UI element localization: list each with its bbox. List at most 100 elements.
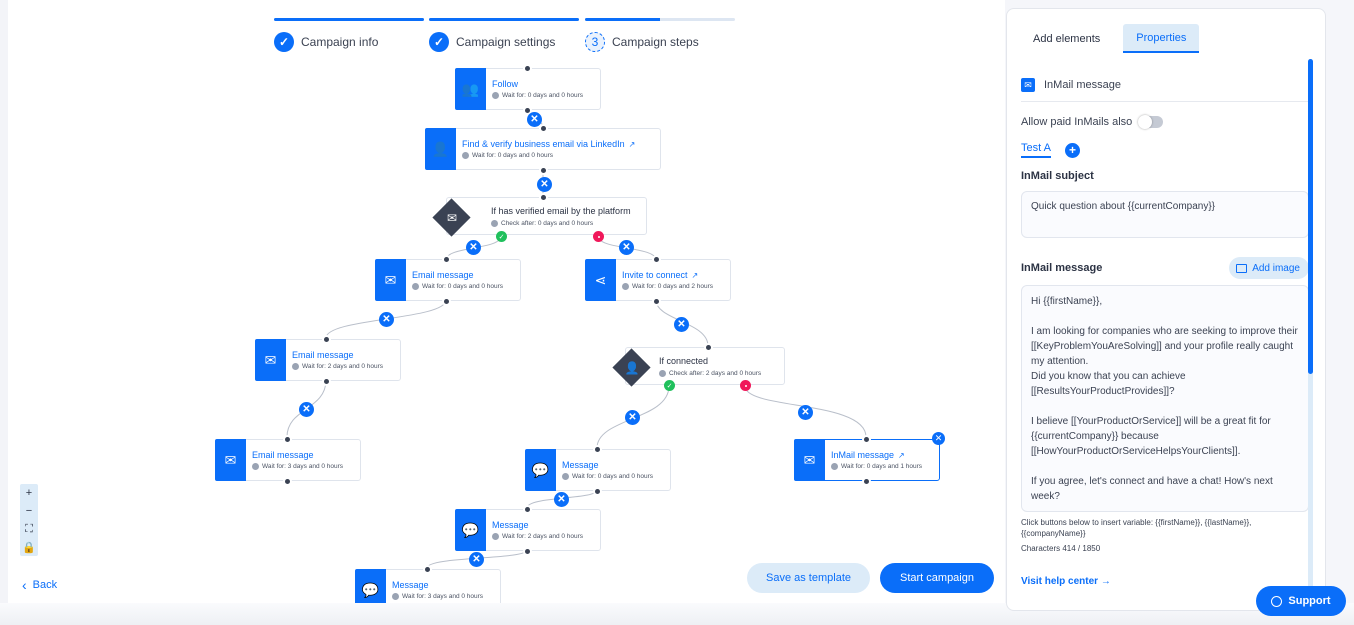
node-port[interactable] <box>523 64 532 73</box>
chat-bubble-icon: 💬 <box>525 449 556 491</box>
tab-add-elements[interactable]: Add elements <box>1020 24 1113 53</box>
tab-properties[interactable]: Properties <box>1123 24 1200 53</box>
info-icon <box>622 283 629 290</box>
node-port[interactable] <box>539 124 548 133</box>
node-port[interactable] <box>652 297 661 306</box>
zoom-out-button[interactable]: − <box>20 502 38 520</box>
flow-node-email-1[interactable]: ✉ Email message Wait for: 0 days and 0 h… <box>375 259 521 301</box>
no-branch-icon[interactable] <box>740 380 751 391</box>
node-port[interactable] <box>652 255 661 264</box>
node-port[interactable] <box>704 343 713 352</box>
node-port[interactable] <box>593 487 602 496</box>
subject-label: InMail subject <box>1021 170 1094 182</box>
node-port[interactable] <box>283 477 292 486</box>
delete-edge-button[interactable]: ✕ <box>379 312 394 327</box>
node-wait: Wait for: 3 days and 0 hours <box>402 593 484 600</box>
condition-check: Check after: 2 days and 0 hours <box>669 370 762 377</box>
info-icon <box>462 152 469 159</box>
delete-edge-button[interactable]: ✕ <box>466 240 481 255</box>
variant-tab-test-a[interactable]: Test A <box>1021 142 1051 158</box>
fit-view-button[interactable]: ⛶ <box>20 520 38 538</box>
variable-hint: Click buttons below to insert variable: … <box>1021 518 1252 538</box>
node-wait: Wait for: 3 days and 0 hours <box>262 463 344 470</box>
lock-button[interactable]: 🔒 <box>20 538 38 556</box>
flow-canvas[interactable]: ✓ Campaign info ✓ Campaign settings 3 Ca… <box>0 0 1005 611</box>
delete-edge-button[interactable]: ✕ <box>527 112 542 127</box>
flow-node-inmail[interactable]: ✉ InMail message ↗ Wait for: 0 days and 1… <box>794 439 940 481</box>
back-button[interactable]: ‹ Back <box>22 577 57 593</box>
external-link-icon[interactable]: ↗ <box>629 140 636 149</box>
flow-node-find-email[interactable]: 👤 Find & verify business email via Linke… <box>425 128 661 170</box>
node-port[interactable] <box>442 255 451 264</box>
node-port[interactable] <box>322 377 331 386</box>
flow-node-message-2[interactable]: 💬 Message Wait for: 2 days and 0 hours <box>455 509 601 551</box>
support-button[interactable]: Support <box>1256 586 1346 616</box>
node-port[interactable] <box>539 166 548 175</box>
delete-edge-button[interactable]: ✕ <box>537 177 552 192</box>
start-campaign-button[interactable]: Start campaign <box>880 563 994 593</box>
info-icon <box>562 473 569 480</box>
add-variant-button[interactable]: + <box>1064 142 1080 158</box>
node-port[interactable] <box>523 505 532 514</box>
node-title: Message <box>492 520 529 530</box>
node-port[interactable] <box>523 547 532 556</box>
info-icon <box>392 593 399 600</box>
add-image-button[interactable]: Add image <box>1229 257 1309 279</box>
chevron-left-icon: ‹ <box>22 577 27 593</box>
envelope-icon: ✉ <box>375 259 406 301</box>
delete-edge-button[interactable]: ✕ <box>554 492 569 507</box>
allow-paid-label: Allow paid InMails also <box>1021 116 1133 128</box>
node-title: Invite to connect <box>622 270 688 280</box>
follow-icon: 👥 <box>455 68 486 110</box>
campaign-builder: ✓ Campaign info ✓ Campaign settings 3 Ca… <box>0 0 1354 625</box>
node-port[interactable] <box>862 477 871 486</box>
node-title: Message <box>562 460 599 470</box>
flow-node-follow[interactable]: 👥 Follow Wait for: 0 days and 0 hours <box>455 68 601 110</box>
yes-branch-icon[interactable]: ✓ <box>664 380 675 391</box>
delete-edge-button[interactable]: ✕ <box>469 552 484 567</box>
no-branch-icon[interactable] <box>593 231 604 242</box>
panel-scrollbar[interactable] <box>1308 59 1313 604</box>
delete-edge-button[interactable]: ✕ <box>625 410 640 425</box>
zoom-in-button[interactable]: + <box>20 484 38 502</box>
node-wait: Wait for: 2 days and 0 hours <box>502 533 584 540</box>
node-port[interactable] <box>862 435 871 444</box>
node-wait: Wait for: 0 days and 0 hours <box>422 283 504 290</box>
flow-node-invite[interactable]: ⋖ Invite to connect ↗ Wait for: 0 days an… <box>585 259 731 301</box>
node-port[interactable] <box>423 565 432 574</box>
chat-bubble-icon: 💬 <box>455 509 486 551</box>
delete-edge-button[interactable]: ✕ <box>619 240 634 255</box>
flow-node-email-2[interactable]: ✉ Email message Wait for: 2 days and 0 h… <box>255 339 401 381</box>
condition-title: If connected <box>659 356 709 366</box>
share-icon: ⋖ <box>585 259 616 301</box>
info-icon <box>491 220 498 227</box>
delete-edge-button[interactable]: ✕ <box>798 405 813 420</box>
node-port[interactable] <box>442 297 451 306</box>
node-port[interactable] <box>593 445 602 454</box>
node-title: InMail message <box>831 450 895 460</box>
node-port[interactable] <box>539 193 548 202</box>
element-header: ✉ InMail message <box>1021 69 1309 102</box>
info-icon <box>659 370 666 377</box>
delete-edge-button[interactable]: ✕ <box>299 402 314 417</box>
subject-input[interactable]: Quick question about {{currentCompany}} <box>1021 191 1309 238</box>
external-link-icon[interactable]: ↗ <box>692 271 699 280</box>
external-link-icon[interactable]: ↗ <box>898 451 905 460</box>
flow-node-message-1[interactable]: 💬 Message Wait for: 0 days and 0 hours <box>525 449 671 491</box>
flow-node-email-3[interactable]: ✉ Email message Wait for: 3 days and 0 h… <box>215 439 361 481</box>
node-port[interactable] <box>322 335 331 344</box>
message-textarea[interactable]: Hi {{firstName}}, I am looking for compa… <box>1021 285 1309 512</box>
delete-node-button[interactable]: ✕ <box>932 432 945 445</box>
message-label: InMail message <box>1021 262 1103 274</box>
yes-branch-icon[interactable]: ✓ <box>496 231 507 242</box>
info-icon <box>831 463 838 470</box>
help-center-link[interactable]: Visit help center → <box>1021 576 1309 587</box>
person-id-icon: 👤 <box>425 128 456 170</box>
panel-scrollbar-thumb[interactable] <box>1308 59 1313 374</box>
condition-if-email[interactable]: If has verified email by the platform Ch… <box>446 197 647 235</box>
node-title: Message <box>392 580 429 590</box>
save-as-template-button[interactable]: Save as template <box>747 563 870 593</box>
node-port[interactable] <box>283 435 292 444</box>
delete-edge-button[interactable]: ✕ <box>674 317 689 332</box>
allow-paid-toggle[interactable] <box>1138 115 1164 129</box>
